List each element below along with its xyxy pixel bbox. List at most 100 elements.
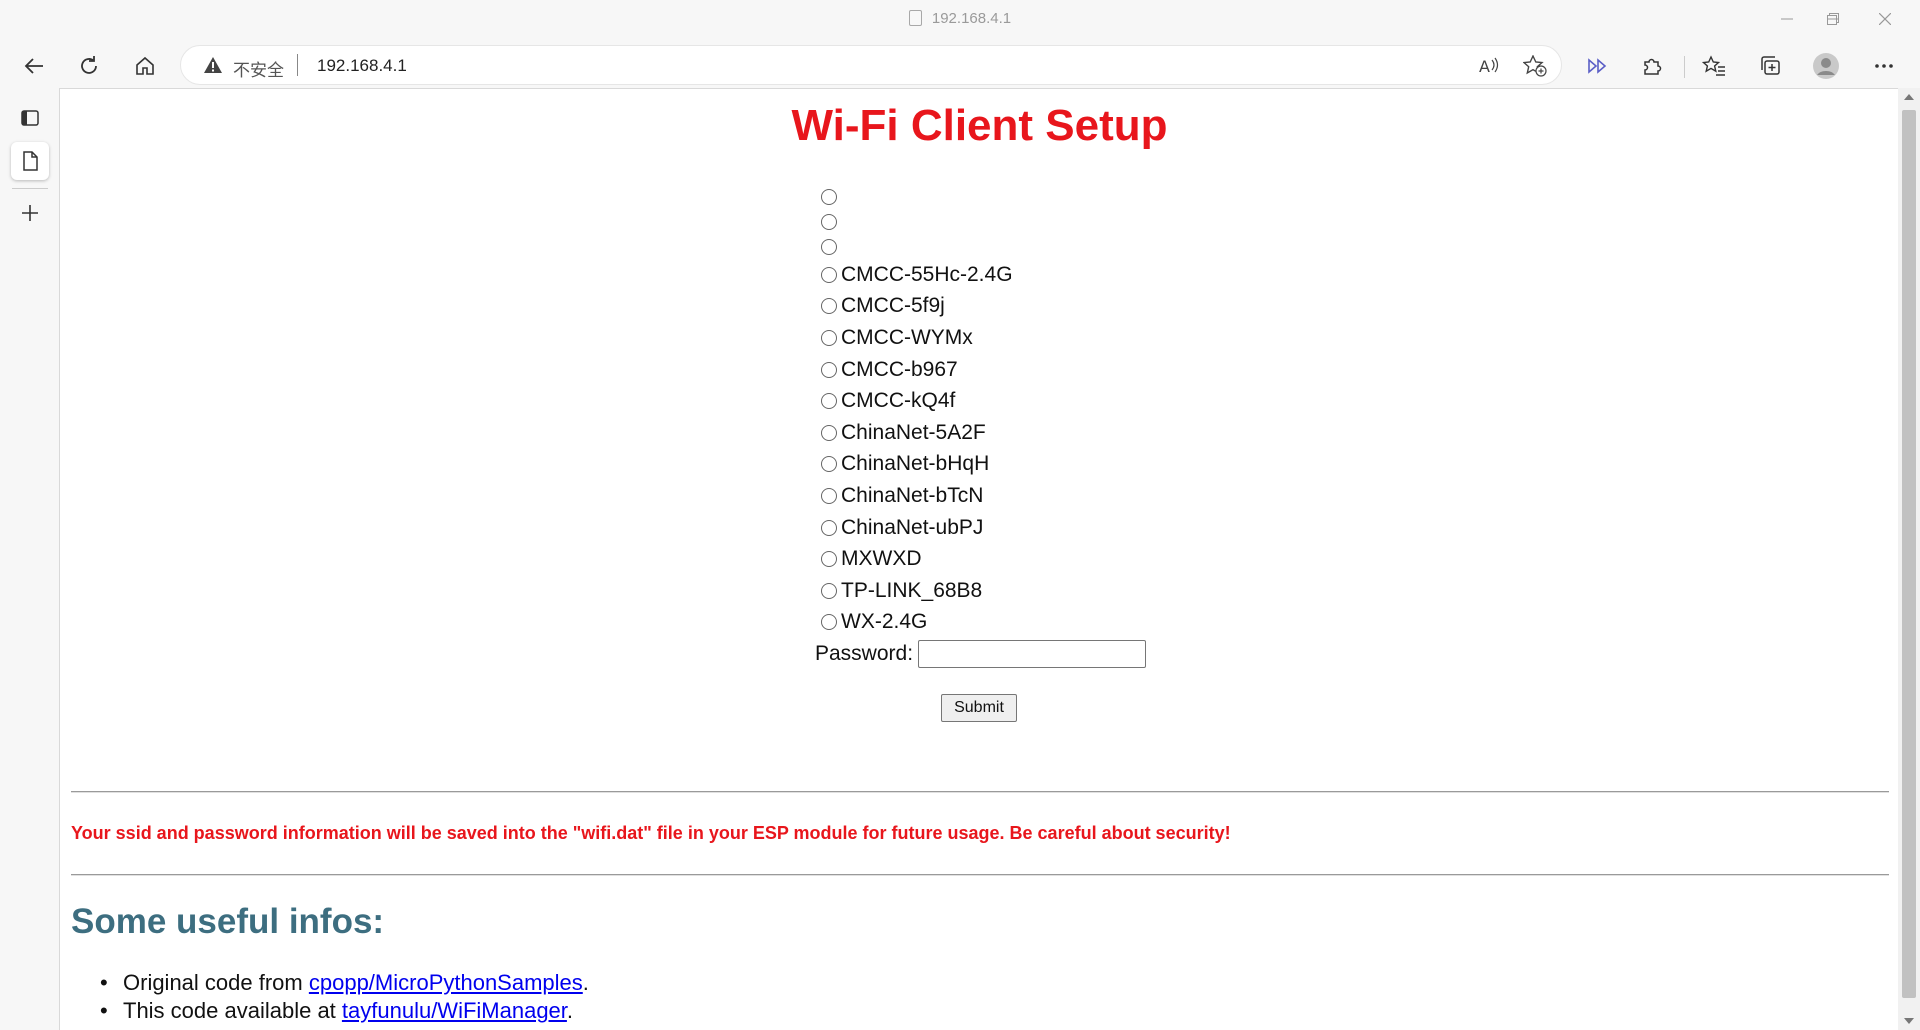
ssid-option[interactable]: CMCC-b967 [821, 354, 1013, 386]
vertical-scrollbar[interactable] [1898, 88, 1920, 1030]
window-title: 192.168.4.1 [0, 10, 1920, 27]
ssid-radio-list: CMCC-55Hc-2.4G CMCC-5f9j CMCC-WYMx CMCC-b96… [821, 184, 1013, 638]
radio-button[interactable] [821, 551, 837, 568]
ssid-option[interactable]: ChinaNet-bTcN [821, 480, 1013, 512]
ssid-option[interactable]: TP-LINK_68B8 [821, 575, 1013, 607]
reload-icon [81, 56, 97, 74]
wifimanager-link[interactable]: tayfunulu/WiFiManager [342, 998, 567, 1023]
radio-button[interactable] [821, 238, 837, 255]
radio-button[interactable] [821, 393, 837, 410]
plus-icon [22, 205, 38, 221]
immersive-reader-button[interactable] [1580, 48, 1616, 84]
warning-icon[interactable] [203, 56, 223, 74]
radio-button[interactable] [821, 614, 837, 631]
tab-actions-button[interactable] [11, 99, 49, 137]
favorites-star-icon [1702, 55, 1725, 76]
ssid-option[interactable] [821, 184, 1013, 209]
radio-button[interactable] [821, 329, 837, 346]
info-text: . [582, 970, 589, 995]
ssid-option[interactable] [821, 234, 1013, 259]
page-viewport: Wi-Fi Client Setup CMCC-55Hc-2.4G CMCC-5f… [59, 88, 1898, 1030]
ssid-label: ChinaNet-ubPJ [841, 515, 984, 539]
toolbar-divider [1684, 56, 1685, 78]
ssid-option[interactable]: ChinaNet-5A2F [821, 417, 1013, 449]
radio-button[interactable] [821, 582, 837, 599]
radio-button[interactable] [821, 213, 837, 230]
submit-button[interactable]: Submit [941, 694, 1017, 722]
settings-menu-button[interactable] [1866, 48, 1902, 84]
ssid-label: CMCC-kQ4f [841, 389, 956, 413]
password-field[interactable] [918, 640, 1146, 668]
browser-toolbar: 不安全 192.168.4.1 A [0, 42, 1920, 88]
profile-button[interactable] [1808, 48, 1844, 84]
info-text: Original code from [123, 970, 309, 995]
restore-button[interactable] [1810, 6, 1856, 34]
scroll-up-arrow-icon[interactable] [1904, 94, 1914, 100]
page-icon [908, 10, 922, 26]
info-text: . [566, 998, 574, 1023]
security-notice: Your ssid and password information will … [71, 823, 1231, 843]
extensions-button[interactable] [1634, 48, 1670, 84]
cpopp-link[interactable]: cpopp/MicroPythonSamples [309, 970, 583, 995]
list-item: This code available at tayfunulu/WiFiMan… [100, 997, 589, 1025]
new-tab-button[interactable] [11, 194, 49, 232]
ssid-option[interactable] [821, 209, 1013, 234]
ssid-label: ChinaNet-5A2F [841, 420, 986, 444]
security-label[interactable]: 不安全 [233, 56, 284, 81]
add-favorite-icon[interactable] [1523, 55, 1547, 77]
ssid-label: ChinaNet-bHqH [841, 452, 990, 476]
scrollbar-thumb[interactable] [1902, 110, 1916, 998]
read-aloud-icon[interactable]: A [1479, 56, 1501, 76]
infos-heading: Some useful infos: [71, 902, 385, 941]
ssid-option[interactable]: MXWXD [821, 543, 1013, 575]
address-bar[interactable]: 不安全 192.168.4.1 A [180, 45, 1562, 85]
radio-button[interactable] [821, 519, 837, 536]
minimize-icon [1781, 18, 1793, 20]
radio-button[interactable] [821, 298, 837, 315]
collections-icon [1761, 56, 1780, 75]
ssid-label: MXWXD [841, 547, 922, 571]
ssid-label: CMCC-5f9j [841, 294, 945, 318]
ssid-option[interactable]: CMCC-5f9j [821, 291, 1013, 323]
ssid-label: CMCC-WYMx [841, 325, 973, 349]
ssid-option[interactable]: ChinaNet-bHqH [821, 449, 1013, 481]
ssid-option[interactable]: CMCC-WYMx [821, 322, 1013, 354]
password-label: Password: [815, 642, 914, 665]
ssid-option[interactable]: CMCC-55Hc-2.4G [821, 259, 1013, 291]
back-arrow-icon [24, 58, 43, 74]
info-text: This code available at [123, 998, 342, 1023]
reload-button[interactable] [71, 48, 107, 84]
window-title-text: 192.168.4.1 [931, 10, 1012, 27]
scroll-down-arrow-icon[interactable] [1904, 1018, 1914, 1024]
ssid-option[interactable]: WX-2.4G [821, 607, 1013, 639]
radio-button[interactable] [821, 266, 837, 283]
divider [71, 791, 1889, 793]
tab-actions-icon [21, 110, 39, 126]
ssid-label: WX-2.4G [841, 610, 928, 634]
ssid-option[interactable]: CMCC-kQ4f [821, 385, 1013, 417]
home-button[interactable] [127, 48, 163, 84]
collections-button[interactable] [1752, 48, 1788, 84]
close-window-button[interactable] [1862, 6, 1908, 34]
radio-button[interactable] [821, 456, 837, 473]
puzzle-icon [1644, 58, 1662, 75]
ssid-label: ChinaNet-bTcN [841, 483, 984, 507]
radio-button[interactable] [821, 487, 837, 504]
vertical-tabs-sidebar [0, 88, 59, 1030]
radio-button[interactable] [821, 424, 837, 441]
back-button[interactable] [16, 48, 52, 84]
ssid-option[interactable]: ChinaNet-ubPJ [821, 512, 1013, 544]
radio-button[interactable] [821, 188, 837, 205]
ssid-label: CMCC-55Hc-2.4G [841, 262, 1013, 286]
avatar-icon [1813, 53, 1839, 79]
favorites-button[interactable] [1696, 48, 1732, 84]
radio-button[interactable] [821, 361, 837, 378]
ssid-label: TP-LINK_68B8 [841, 578, 983, 602]
restore-icon [1827, 13, 1839, 25]
url-text[interactable]: 192.168.4.1 [317, 56, 407, 76]
tab-current-page[interactable] [11, 142, 49, 180]
minimize-button-2[interactable] [1764, 6, 1810, 34]
home-icon [136, 56, 154, 75]
sidebar-divider [12, 188, 48, 189]
svg-text:A: A [1479, 57, 1490, 76]
